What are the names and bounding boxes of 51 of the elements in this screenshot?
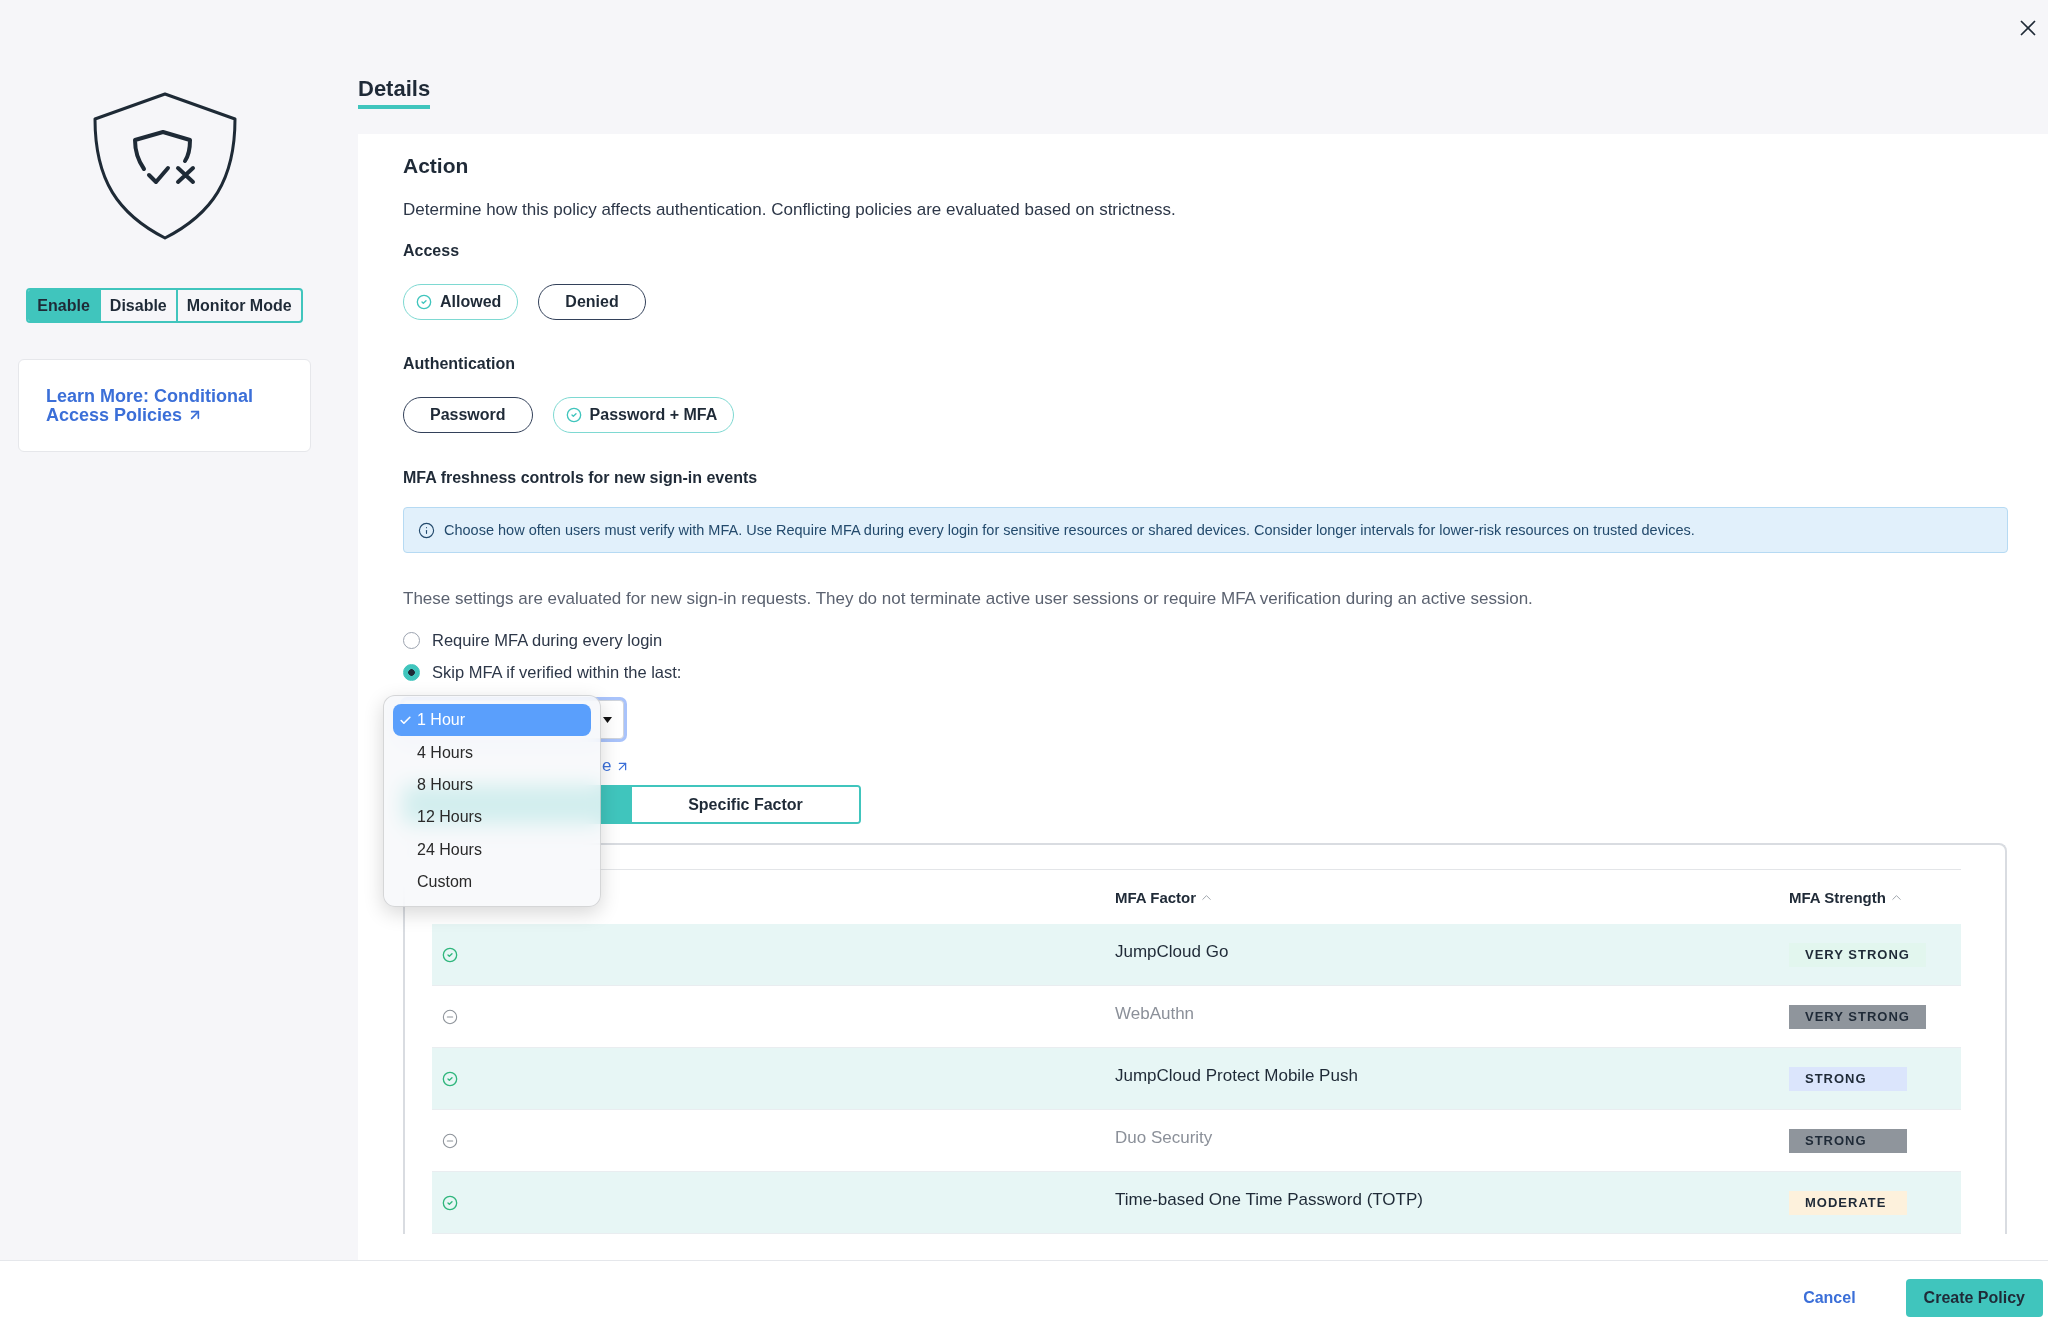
column-header[interactable]: MFA Factor — [1115, 888, 1215, 906]
minus-circle-icon — [442, 1132, 458, 1149]
details-tab[interactable]: Details — [358, 76, 431, 109]
check-circle-icon — [442, 1070, 458, 1087]
option-pill[interactable]: Password + MFA — [552, 397, 735, 433]
check-icon — [399, 713, 412, 727]
shield-icon — [91, 92, 238, 240]
check-circle-icon — [442, 1194, 458, 1211]
check-circle-icon — [565, 407, 582, 423]
help-link[interactable]: e — [602, 756, 631, 776]
menu-item[interactable]: Custom — [393, 865, 591, 899]
mode-toggle-button[interactable]: Disable — [98, 290, 176, 321]
menu-item[interactable]: 12 Hours — [393, 801, 591, 834]
section-heading: Action — [403, 154, 469, 178]
info-text: Choose how often users must verify with MFA. Use Require MFA during every login for sensitive resources or shared devices. Consider longer intervals for lower-risk resources on trusted devices. — [444, 522, 1695, 538]
table-cell: JumpCloud Go — [1115, 941, 1229, 962]
table-cell: JumpCloud Protect Mobile Push — [1115, 1065, 1358, 1086]
radio-label[interactable]: Require MFA during every login — [432, 630, 663, 650]
table-cell: Time-based One Time Password (TOTP) — [1115, 1189, 1423, 1210]
description-text: Determine how this policy affects authentication. Conflicting policies are evaluated based on strictness. — [403, 200, 1176, 220]
info-icon — [418, 521, 435, 539]
radio-label[interactable]: Skip MFA if verified within the last: — [432, 662, 682, 682]
strength-badge: VERY STRONG — [1789, 942, 1926, 967]
mode-toggle-button[interactable]: Monitor Mode — [175, 290, 301, 321]
learn-more-link[interactable]: Learn More: Conditional Access Policies — [46, 387, 286, 425]
note-text: These settings are evaluated for new sign-in requests. They do not terminate active user sessions or require MFA verification during an active session. — [403, 589, 1533, 609]
table-cell: WebAuthn — [1115, 1003, 1195, 1024]
strength-badge: VERY STRONG — [1789, 1004, 1926, 1029]
create-policy-button[interactable]: Create Policy — [1905, 1279, 2043, 1317]
strength-badge: STRONG — [1789, 1128, 1907, 1153]
menu-item[interactable]: 24 Hours — [393, 833, 591, 866]
field-label: Access — [403, 241, 460, 261]
menu-item[interactable]: 8 Hours — [393, 768, 591, 802]
field-label: Authentication — [403, 354, 515, 374]
radio-button[interactable] — [403, 663, 420, 681]
cancel-button[interactable]: Cancel — [1803, 1285, 1856, 1311]
check-circle-icon — [416, 294, 432, 310]
table-cell: Duo Security — [1115, 1127, 1213, 1148]
column-header[interactable]: MFA Strength — [1789, 888, 1904, 906]
check-circle-icon — [442, 946, 458, 963]
strength-badge: STRONG — [1789, 1066, 1907, 1091]
minus-circle-icon — [442, 1008, 458, 1025]
menu-item[interactable]: 4 Hours — [393, 736, 591, 769]
field-label: MFA freshness controls for new sign-in events — [403, 468, 758, 488]
radio-button[interactable] — [403, 631, 420, 649]
strength-badge: MODERATE — [1789, 1190, 1907, 1215]
option-pill[interactable]: Allowed — [403, 284, 519, 320]
option-pill[interactable]: Password — [403, 397, 533, 433]
mode-toggle-button[interactable]: Enable — [28, 290, 99, 321]
option-pill[interactable]: Denied — [538, 284, 646, 320]
caret-down-icon — [603, 716, 612, 723]
